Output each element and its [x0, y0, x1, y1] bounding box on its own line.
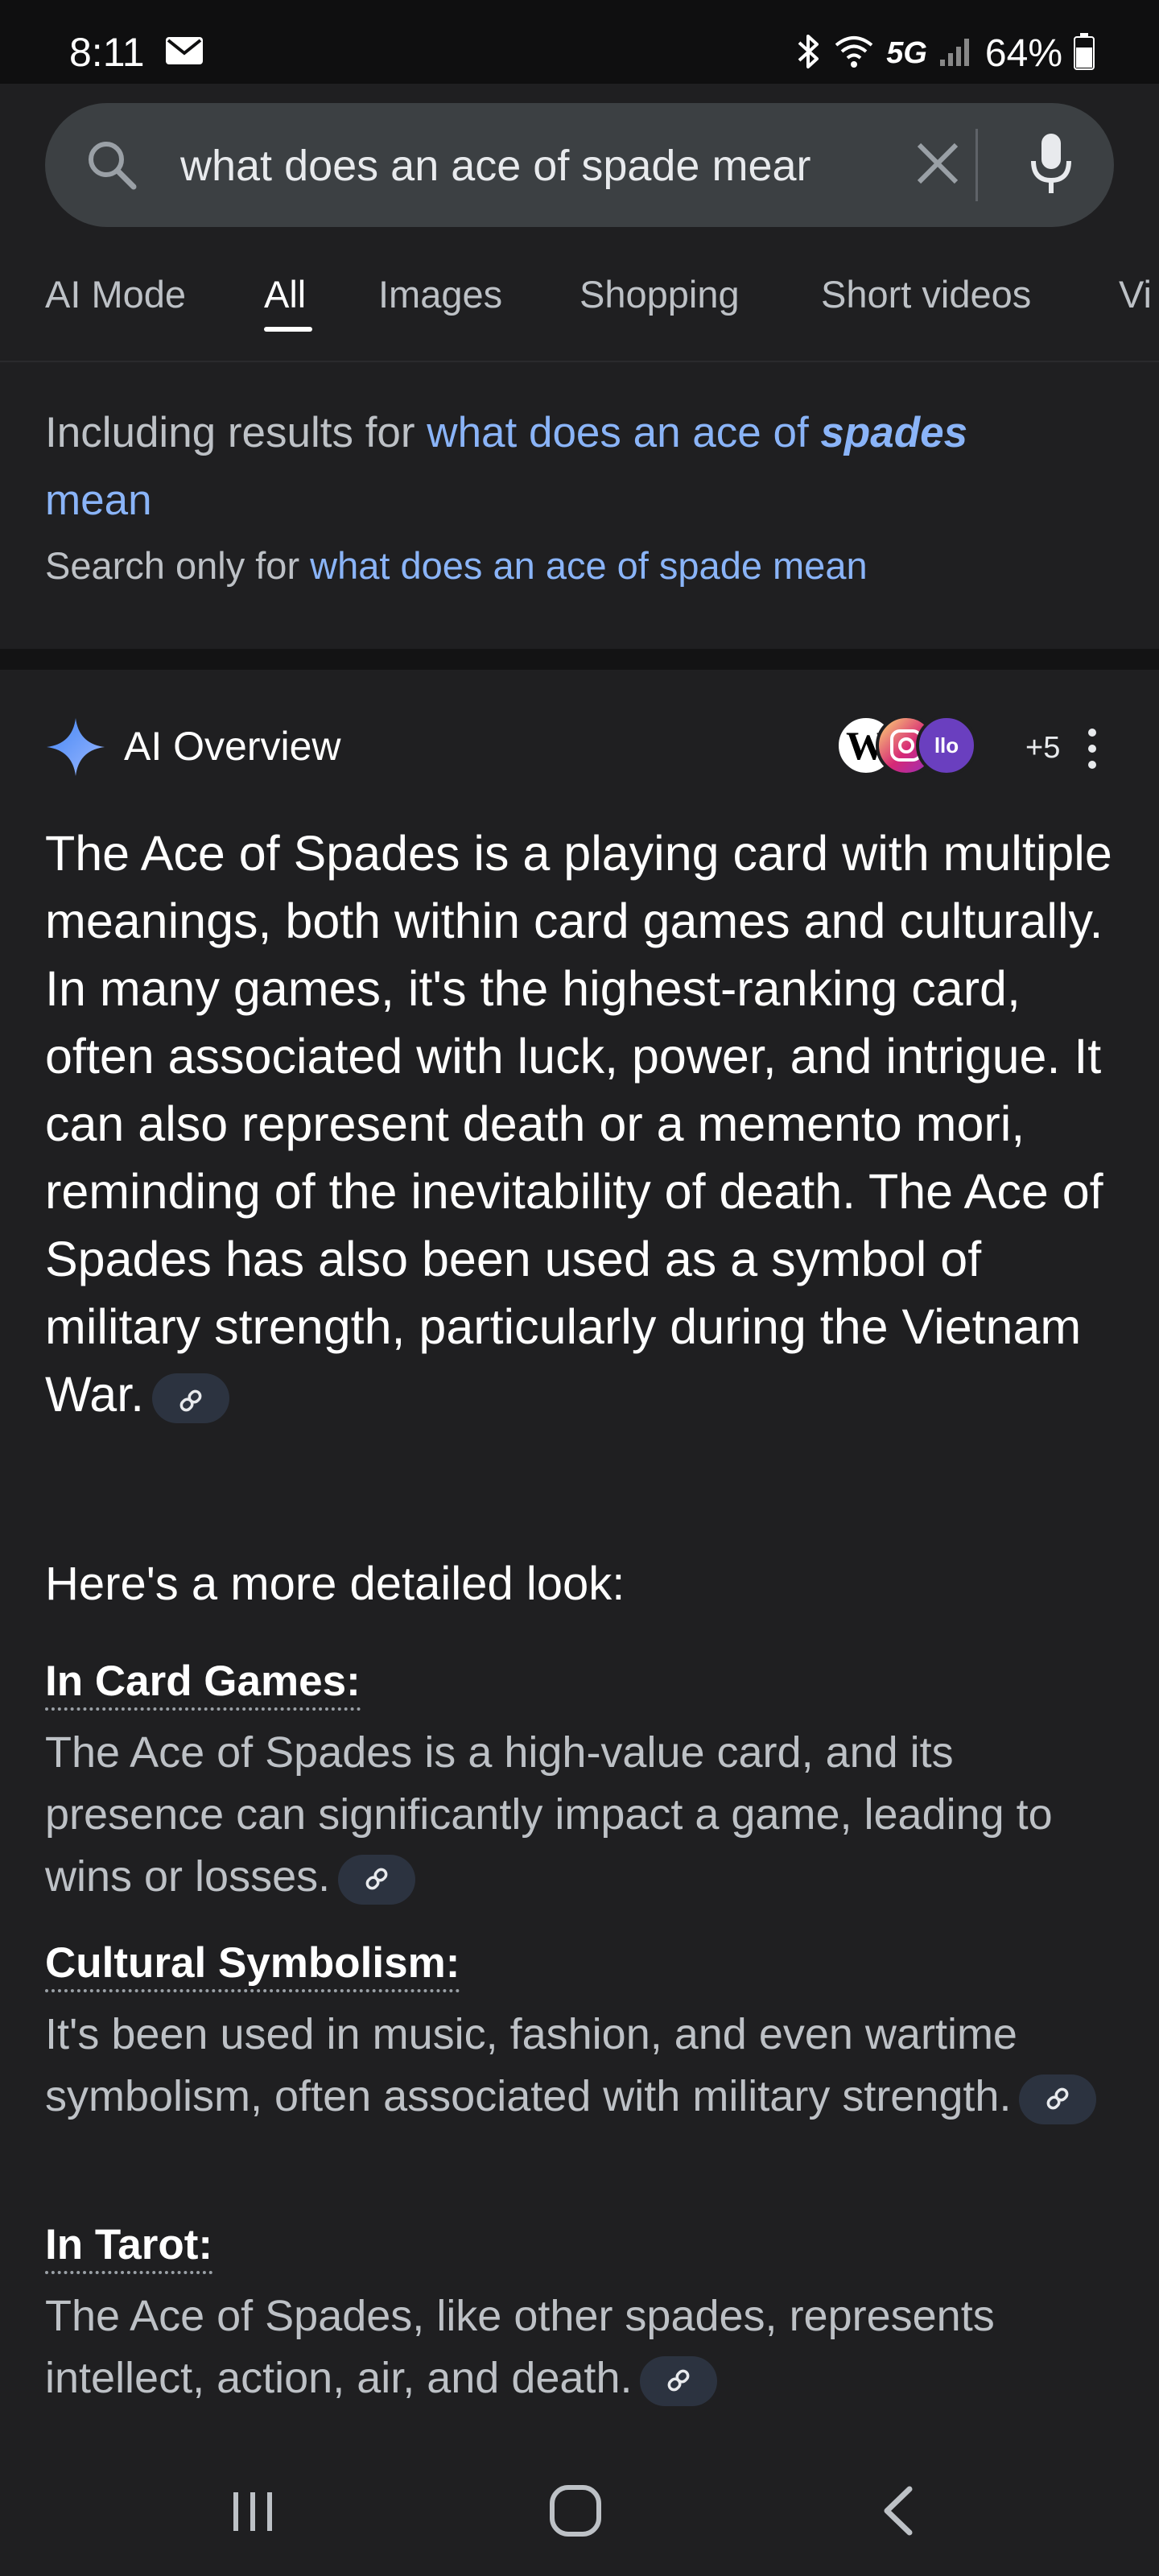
ai-overview-summary: The Ace of Spades is a playing card with…: [45, 819, 1124, 1428]
signal-icon: [938, 35, 974, 72]
detail-section-tarot: In Tarot: The Ace of Spades, like other …: [45, 2220, 1124, 2409]
original-query-link[interactable]: what does an ace of spade mean: [310, 544, 867, 587]
link-icon: [176, 1364, 205, 1432]
detail-body: The Ace of Spades is a high-value card, …: [45, 1722, 1124, 1908]
source-avatars[interactable]: W llo: [835, 715, 1013, 779]
recent-apps-icon[interactable]: [230, 2489, 275, 2538]
home-icon[interactable]: [547, 2483, 604, 2543]
detail-title[interactable]: In Tarot:: [45, 2220, 213, 2274]
back-icon[interactable]: [879, 2486, 919, 2540]
mic-icon[interactable]: [1029, 132, 1074, 200]
summary-text: The Ace of Spades is a playing card with…: [45, 826, 1112, 1422]
detail-text: It's been used in music, fashion, and ev…: [45, 2010, 1017, 2120]
citation-link[interactable]: [640, 2355, 718, 2406]
detailed-look-heading: Here's a more detailed look:: [45, 1558, 625, 1610]
section-divider: [0, 649, 1159, 670]
clear-icon[interactable]: [911, 137, 964, 194]
detail-body: It's been used in music, fashion, and ev…: [45, 2004, 1124, 2128]
tab-videos[interactable]: Vi: [1119, 272, 1152, 316]
network-type: 5G: [886, 35, 927, 70]
search-input[interactable]: what does an ace of spade mear: [180, 140, 889, 192]
tab-shopping[interactable]: Shopping: [580, 272, 740, 316]
tab-images[interactable]: Images: [378, 272, 502, 316]
mail-icon: [166, 37, 203, 68]
detail-body: The Ace of Spades, like other spades, re…: [45, 2285, 1124, 2409]
status-time: 8:11: [69, 30, 145, 75]
wifi-icon: [833, 34, 875, 73]
detail-section-cultural-symbolism: Cultural Symbolism: It's been used in mu…: [45, 1938, 1124, 2128]
citation-link[interactable]: [1019, 2074, 1097, 2124]
ai-overview-title: AI Overview: [124, 724, 341, 769]
tab-ai-mode[interactable]: AI Mode: [45, 272, 186, 316]
citation-link[interactable]: [152, 1373, 230, 1423]
corrected-word: spades: [820, 409, 968, 456]
detail-text: The Ace of Spades is a high-value card, …: [45, 1728, 1053, 1901]
more-sources-count[interactable]: +5: [1025, 731, 1060, 766]
more-options-icon[interactable]: [1080, 726, 1104, 775]
battery-percent: 64%: [984, 31, 1062, 75]
search-tabs: AI Mode All Images Shopping Short videos…: [0, 259, 1159, 343]
search-header: what does an ace of spade mear AI Mode A…: [0, 84, 1159, 362]
system-nav-bar: [0, 2447, 1159, 2576]
tabs-divider: [0, 361, 1159, 362]
corrected-query-part: what does an ace of: [427, 409, 821, 456]
link-icon: [362, 1848, 391, 1910]
citation-link[interactable]: [338, 1854, 416, 1905]
search-box[interactable]: what does an ace of spade mear: [45, 103, 1114, 227]
link-icon: [664, 2350, 693, 2412]
search-divider: [975, 129, 978, 201]
status-icons: 5G 64%: [794, 29, 1095, 77]
corrected-query-part: mean: [45, 477, 152, 524]
active-tab-indicator: [264, 327, 312, 332]
link-icon: [1043, 2068, 1072, 2130]
sparkle-icon: [45, 716, 106, 782]
search-icon: [85, 138, 138, 196]
search-only-prefix: Search only for: [45, 544, 311, 587]
detail-section-card-games: In Card Games: The Ace of Spades is a hi…: [45, 1657, 1124, 1908]
spelling-correction: Including results for what does an ace o…: [45, 399, 1124, 592]
battery-icon: [1074, 32, 1095, 74]
including-prefix: Including results for: [45, 409, 427, 456]
detail-title[interactable]: In Card Games:: [45, 1657, 361, 1711]
detail-title[interactable]: Cultural Symbolism:: [45, 1938, 460, 1992]
tab-all[interactable]: All: [264, 272, 306, 316]
source-avatar: llo: [916, 715, 977, 776]
tab-short-videos[interactable]: Short videos: [821, 272, 1031, 316]
detail-text: The Ace of Spades, like other spades, re…: [45, 2292, 995, 2402]
bluetooth-icon: [794, 33, 822, 74]
ai-overview-header: AI Overview W llo +5: [45, 708, 1124, 786]
status-bar: 8:11 5G 64%: [0, 0, 1159, 84]
